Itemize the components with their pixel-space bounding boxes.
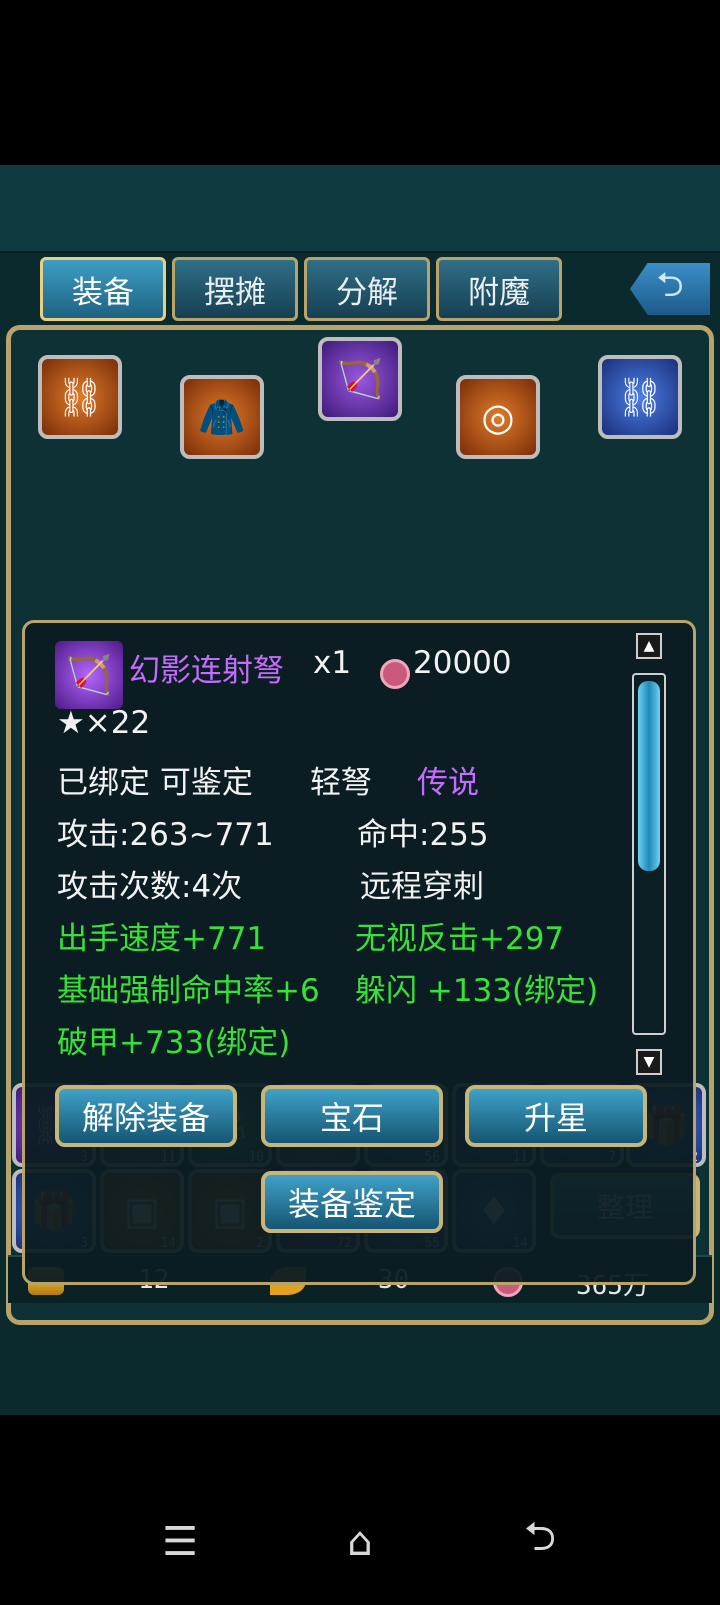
stat-attack-count: 攻击次数:4次 [57, 869, 243, 905]
equip-slot-belt[interactable]: ◎ [456, 375, 540, 459]
item-tooltip: 🏹 幻影连射弩 x1 20000 ★×22 已绑定 可鉴定 轻弩 传说 攻击:2… [22, 620, 696, 1285]
item-name: 幻影连射弩 [129, 653, 284, 689]
stat-attack: 攻击:263~771 [57, 817, 274, 853]
unequip-button[interactable]: 解除装备 [55, 1085, 237, 1147]
crossbow-icon: 🏹 [336, 356, 384, 401]
star-up-button[interactable]: 升星 [465, 1085, 647, 1147]
top-bar [0, 165, 720, 253]
bonus-speed: 出手速度+771 [57, 921, 267, 957]
chain-icon: ⛓ [55, 374, 105, 419]
equip-slot-accessory-right[interactable]: ⛓ [598, 355, 682, 439]
bonus-dodge: 躲闪 +133(绑定) [355, 973, 599, 1009]
item-stars: ★×22 [57, 705, 151, 741]
back-icon[interactable]: ⮌ [510, 1512, 570, 1572]
equip-slot-accessory-left[interactable]: ⛓ [38, 355, 122, 439]
equip-slot-weapon[interactable]: 🏹 [318, 337, 402, 421]
item-bind-status: 已绑定 可鉴定 [57, 765, 253, 801]
equip-slot-armor[interactable]: 🧥 [180, 375, 264, 459]
scroll-up-icon[interactable]: ▲ [636, 633, 662, 659]
chain-icon: ⛓ [615, 374, 665, 419]
menu-icon[interactable]: ☰ [150, 1512, 210, 1572]
item-weapon-type: 轻弩 [310, 765, 372, 801]
stat-range-type: 远程穿刺 [360, 869, 484, 905]
tab-decompose[interactable]: 分解 [304, 257, 430, 321]
armor-icon: 🧥 [198, 394, 246, 439]
item-quantity: x1 [313, 645, 352, 681]
tab-enchant[interactable]: 附魔 [436, 257, 562, 321]
tab-equipment[interactable]: 装备 [40, 257, 166, 321]
crossbow-icon: 🏹 [55, 641, 123, 709]
belt-icon: ◎ [481, 395, 515, 439]
bonus-ignore-counter: 无视反击+297 [355, 921, 565, 957]
game-screen: 装备 摆摊 分解 附魔 ⮌ ⛓ 🧥 🏹 ◎ ⛓ ⛓3 ⚗11 ⚗10 🎁 🎁56… [0, 165, 720, 1415]
home-icon[interactable]: ⌂ [330, 1512, 390, 1572]
coin-icon [380, 659, 410, 689]
gem-button[interactable]: 宝石 [261, 1085, 443, 1147]
return-arrow-icon: ⮌ [656, 264, 684, 305]
scroll-down-icon[interactable]: ▼ [636, 1049, 662, 1075]
item-rarity: 传说 [417, 765, 479, 801]
scroll-track[interactable] [632, 673, 666, 1035]
bonus-armor-break: 破甲+733(绑定) [57, 1025, 291, 1061]
back-button[interactable]: ⮌ [630, 263, 710, 315]
tab-stall[interactable]: 摆摊 [172, 257, 298, 321]
bonus-forced-hit: 基础强制命中率+6 [57, 973, 320, 1009]
item-price: 20000 [413, 645, 512, 681]
appraise-button[interactable]: 装备鉴定 [261, 1171, 443, 1233]
stat-accuracy: 命中:255 [357, 817, 489, 853]
tooltip-scrollbar[interactable]: ▲ ▼ [628, 633, 666, 1273]
scroll-thumb[interactable] [638, 681, 660, 871]
system-nav-bar: ☰ ⌂ ⮌ [0, 1480, 720, 1605]
